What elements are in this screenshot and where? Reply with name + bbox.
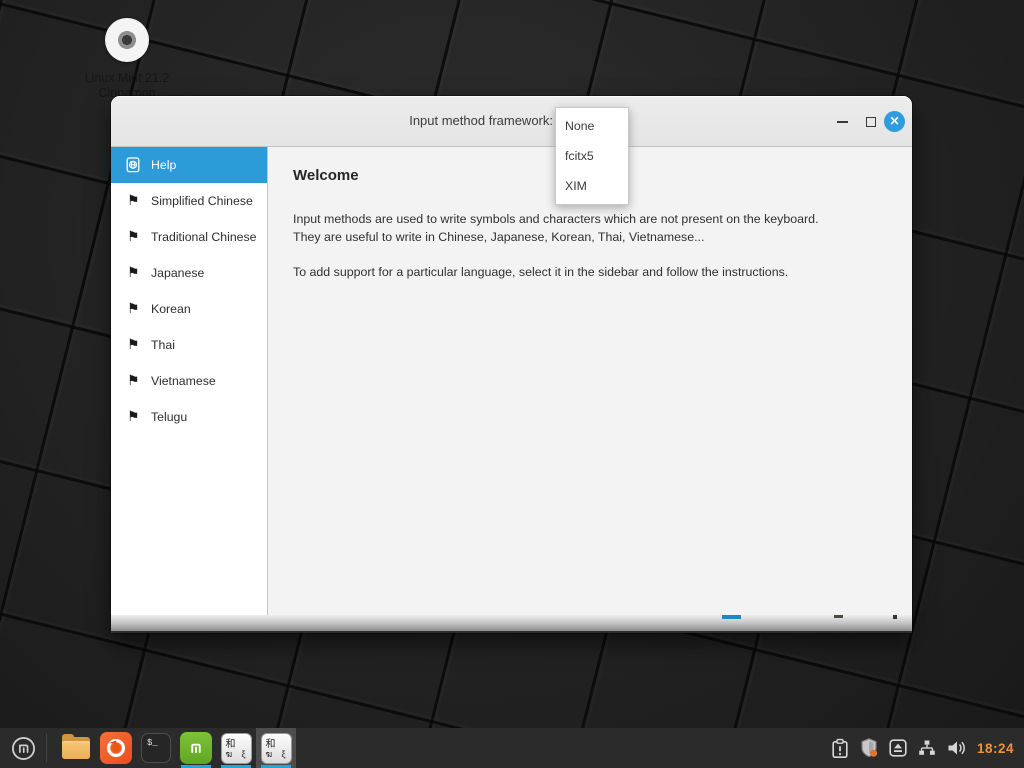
clipped-widget-sliver xyxy=(834,615,843,618)
clipped-widget-sliver xyxy=(893,615,897,619)
system-tray: 18:24 xyxy=(829,737,1024,759)
mint-menu-button[interactable] xyxy=(0,728,46,768)
input-method-icon: 和 ฆ ξ xyxy=(261,733,292,764)
clipped-widget-sliver xyxy=(722,615,741,619)
sidebar-item-vietnamese[interactable]: Vietnamese xyxy=(111,363,267,399)
flag-icon xyxy=(127,264,140,280)
removable-media-icon[interactable] xyxy=(887,737,909,759)
window-bottom-bar-clipped xyxy=(111,615,912,633)
intro-paragraph: Input methods are used to write symbols … xyxy=(293,210,888,246)
desktop-icon-linux-mint-iso[interactable]: Linux Mint 21.2 Cinnamon xyxy=(72,18,182,101)
firefox-icon xyxy=(100,732,132,764)
network-icon[interactable] xyxy=(916,737,938,759)
sidebar-item-label: Simplified Chinese xyxy=(151,194,253,208)
close-icon: ✕ xyxy=(884,111,905,132)
volume-icon[interactable] xyxy=(945,737,967,759)
flag-icon xyxy=(127,408,140,424)
window-title: Input method framework: xyxy=(409,113,553,128)
terminal-launcher[interactable]: $_ xyxy=(136,728,176,768)
taskbar: $_ 和 ฆ ξ 和 ฆ ξ xyxy=(0,728,1024,768)
language-sidebar: Help Simplified Chinese Traditional Chin… xyxy=(111,147,268,615)
input-method-icon: 和 ฆ ξ xyxy=(221,733,252,764)
clock[interactable]: 18:24 xyxy=(977,741,1014,756)
mint-app-window-button[interactable] xyxy=(176,728,216,768)
mint-green-app-icon xyxy=(180,732,212,764)
sidebar-item-label: Korean xyxy=(151,302,191,316)
input-method-window-button-1[interactable]: 和 ฆ ξ xyxy=(216,728,256,768)
minimize-button[interactable] xyxy=(837,96,848,147)
sidebar-item-japanese[interactable]: Japanese xyxy=(111,255,267,291)
flag-icon xyxy=(127,192,140,208)
maximize-button[interactable] xyxy=(866,96,876,147)
help-content-pane: Welcome Input methods are used to write … xyxy=(268,147,912,615)
files-launcher[interactable] xyxy=(56,728,96,768)
sidebar-item-traditional-chinese[interactable]: Traditional Chinese xyxy=(111,219,267,255)
sidebar-item-label: Japanese xyxy=(151,266,204,280)
sidebar-item-simplified-chinese[interactable]: Simplified Chinese xyxy=(111,183,267,219)
firefox-launcher[interactable] xyxy=(96,728,136,768)
sidebar-item-thai[interactable]: Thai xyxy=(111,327,267,363)
sidebar-item-telugu[interactable]: Telugu xyxy=(111,399,267,435)
system-reports-icon[interactable] xyxy=(829,737,851,759)
dropdown-option-fcitx5[interactable]: fcitx5 xyxy=(556,141,628,171)
input-method-window-button-2-focused[interactable]: 和 ฆ ξ xyxy=(256,728,296,768)
update-manager-shield-icon[interactable] xyxy=(858,737,880,759)
sidebar-item-label: Help xyxy=(151,158,176,172)
close-button[interactable]: ✕ xyxy=(884,96,905,147)
instructions-paragraph: To add support for a particular language… xyxy=(293,263,888,281)
sidebar-item-label: Telugu xyxy=(151,410,187,424)
flag-icon xyxy=(127,372,140,388)
sidebar-item-label: Traditional Chinese xyxy=(151,230,257,244)
flag-icon xyxy=(127,336,140,352)
window-headerbar[interactable]: Input method framework: ✕ xyxy=(111,96,912,147)
cd-disc-icon xyxy=(105,18,149,62)
mint-logo-icon xyxy=(10,735,37,762)
minimize-icon xyxy=(837,121,848,123)
framework-dropdown-menu: None fcitx5 XIM xyxy=(555,107,629,205)
sidebar-item-label: Thai xyxy=(151,338,175,352)
help-doc-icon xyxy=(126,157,141,178)
sidebar-item-help[interactable]: Help xyxy=(111,147,267,183)
sidebar-item-label: Vietnamese xyxy=(151,374,216,388)
input-methods-window: Input method framework: ✕ Help Simpl xyxy=(111,96,912,633)
dropdown-option-none[interactable]: None xyxy=(556,111,628,141)
dropdown-option-xim[interactable]: XIM xyxy=(556,171,628,201)
flag-icon xyxy=(127,228,140,244)
folder-icon xyxy=(60,732,92,764)
maximize-icon xyxy=(866,117,876,127)
taskbar-separator xyxy=(46,734,47,762)
terminal-icon: $_ xyxy=(141,733,171,763)
flag-icon xyxy=(127,300,140,316)
sidebar-item-korean[interactable]: Korean xyxy=(111,291,267,327)
